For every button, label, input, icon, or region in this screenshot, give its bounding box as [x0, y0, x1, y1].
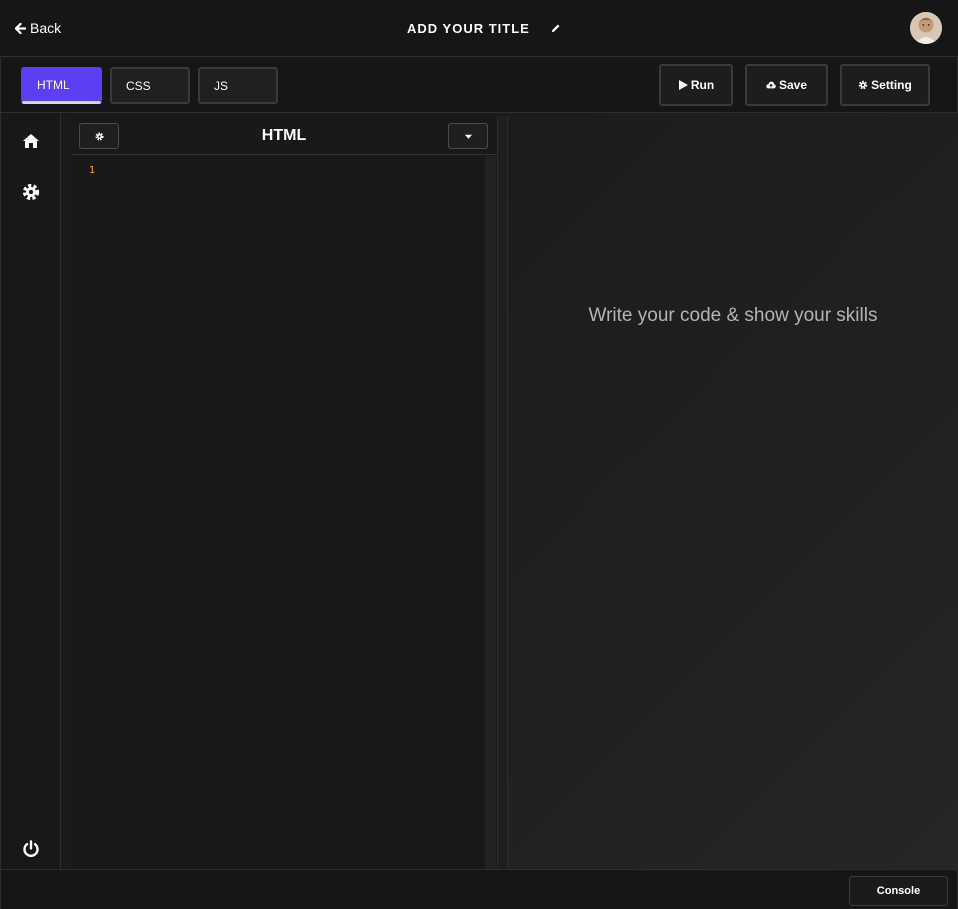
editor-header: HTML — [71, 116, 497, 155]
run-label: Run — [690, 78, 715, 92]
caret-down-icon — [464, 134, 472, 139]
setting-button[interactable]: Setting — [840, 64, 930, 106]
pencil-icon[interactable] — [550, 23, 561, 34]
page-title[interactable]: ADD YOUR TITLE — [407, 21, 530, 36]
avatar[interactable] — [910, 12, 942, 44]
setting-label: Setting — [871, 78, 912, 92]
editor-title: HTML — [261, 127, 307, 144]
save-button[interactable]: Save — [745, 64, 828, 106]
editor-toolbar: HTML CSS JS Run Save Setting — [0, 58, 958, 113]
power-button[interactable] — [22, 840, 40, 858]
line-number: 1 — [89, 165, 96, 176]
play-icon — [678, 80, 688, 90]
sidebar-item-home[interactable] — [22, 132, 40, 150]
back-label: Back — [30, 20, 62, 36]
tab-label: CSS — [126, 79, 151, 93]
tab-html[interactable]: HTML — [21, 67, 102, 104]
preview-placeholder: Write your code & show your skills — [588, 305, 878, 326]
editor-dropdown-button[interactable] — [448, 123, 488, 149]
console-button[interactable]: Console — [849, 876, 948, 906]
sidebar-item-settings[interactable] — [22, 183, 40, 201]
title-area: ADD YOUR TITLE — [407, 19, 561, 37]
editor-scrollbar[interactable] — [485, 156, 496, 869]
tab-label: JS — [214, 79, 229, 93]
tab-js[interactable]: JS — [198, 67, 278, 104]
footer-bar: Console — [0, 869, 958, 909]
gear-icon — [22, 183, 40, 201]
tab-label: HTML — [37, 78, 70, 92]
gear-icon — [858, 80, 868, 90]
pane-resizer[interactable] — [497, 116, 508, 869]
arrow-left-icon — [15, 22, 26, 34]
preview-pane: Write your code & show your skills — [508, 113, 958, 869]
sidebar — [0, 113, 61, 869]
back-button[interactable]: Back — [15, 19, 61, 37]
cloud-upload-icon — [766, 81, 776, 89]
home-icon — [23, 134, 39, 148]
save-label: Save — [778, 78, 808, 92]
top-bar: Back ADD YOUR TITLE — [0, 0, 958, 57]
tab-css[interactable]: CSS — [110, 67, 190, 104]
run-button[interactable]: Run — [659, 64, 733, 106]
code-editor-pane: HTML 1 — [71, 116, 497, 869]
power-icon — [23, 840, 39, 858]
